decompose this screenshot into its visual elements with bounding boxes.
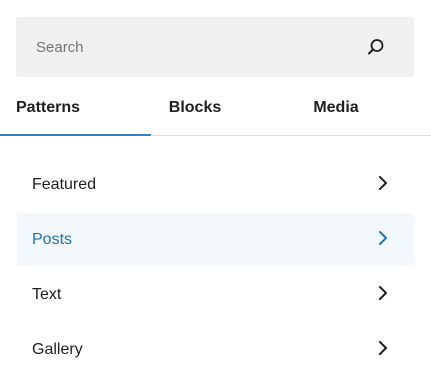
search-icon[interactable] xyxy=(364,35,388,59)
search-box[interactable] xyxy=(16,17,414,77)
category-item-featured[interactable]: Featured xyxy=(17,158,414,210)
inserter-tabs: Patterns Blocks Media xyxy=(0,84,431,136)
category-label: Posts xyxy=(32,231,73,248)
tab-media[interactable]: Media xyxy=(292,84,380,135)
tab-patterns[interactable]: Patterns xyxy=(0,84,151,135)
chevron-right-icon xyxy=(379,341,387,355)
chevron-right-icon xyxy=(379,286,387,300)
tab-blocks[interactable]: Blocks xyxy=(151,84,239,135)
category-label: Text xyxy=(32,286,62,303)
category-item-posts[interactable]: Posts xyxy=(17,213,414,265)
category-item-gallery[interactable]: Gallery xyxy=(17,323,414,375)
category-label: Gallery xyxy=(32,341,83,358)
active-tab-indicator xyxy=(0,134,151,136)
chevron-right-icon xyxy=(379,231,387,245)
pattern-category-list: Featured Posts Text Gallery xyxy=(17,158,414,378)
category-item-text[interactable]: Text xyxy=(17,268,414,320)
search-input[interactable] xyxy=(16,17,356,77)
category-label: Featured xyxy=(32,176,97,193)
chevron-right-icon xyxy=(379,176,387,190)
